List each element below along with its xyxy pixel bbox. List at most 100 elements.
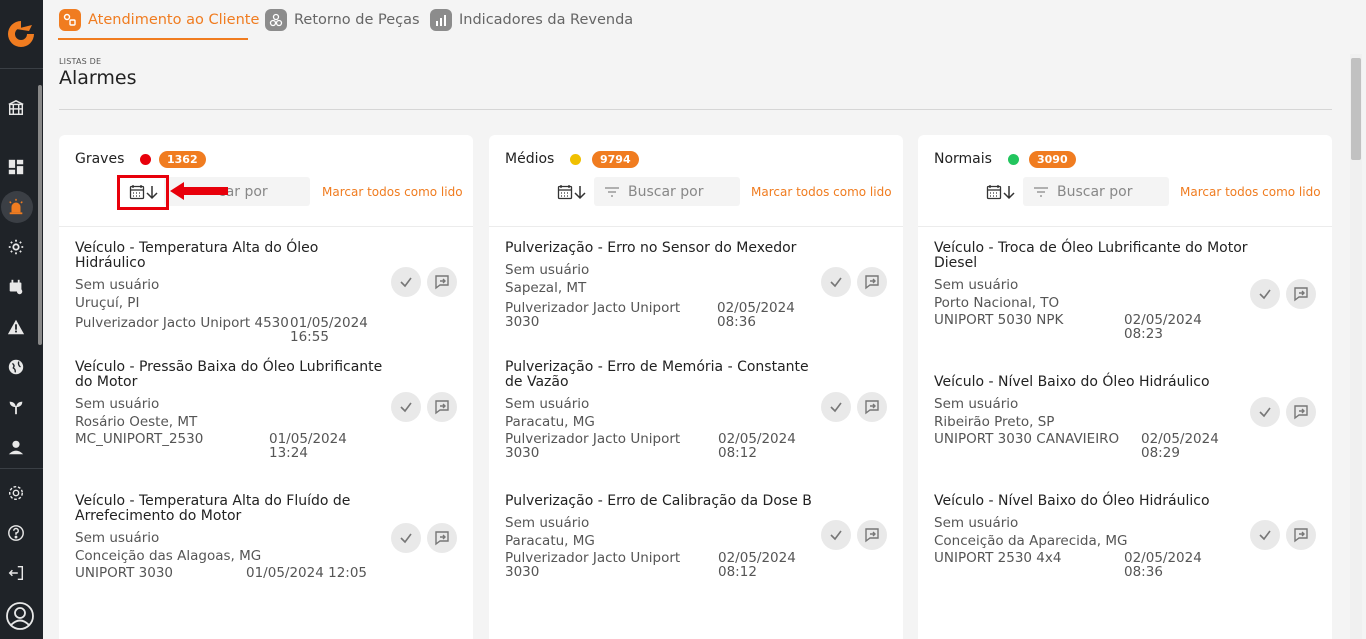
sort-by-date-button[interactable]: [557, 181, 587, 203]
alarm-datetime: 02/05/2024 08:29: [1141, 431, 1219, 461]
sidebar: [0, 0, 43, 639]
search-field[interactable]: [1023, 177, 1169, 206]
sidebar-scrollbar[interactable]: [38, 85, 42, 345]
mark-all-read-link[interactable]: Marcar todos como lido: [1180, 185, 1321, 199]
grain-elevator-icon[interactable]: [6, 98, 26, 118]
settings-icon[interactable]: [6, 483, 26, 503]
alarm-datetime: 02/05/2024 08:36: [717, 300, 795, 330]
globe-icon[interactable]: [6, 357, 26, 377]
main-content: LISTAS DE Alarmes Graves 1362 Marcar tod…: [43, 40, 1366, 639]
count-badge: 9794: [592, 151, 639, 168]
arrow-down-icon: [574, 186, 586, 200]
tab-retorno-de-pecas[interactable]: Retorno de Peças: [265, 8, 420, 32]
forward-alarm-button[interactable]: [427, 392, 457, 422]
alarm-title: Pulverização - Erro de Calibração da Dos…: [505, 493, 812, 509]
column-header: Normais 3090 Marcar todos como lido: [918, 135, 1332, 227]
mark-all-read-link[interactable]: Marcar todos como lido: [322, 185, 463, 199]
mark-read-button[interactable]: [1250, 279, 1280, 309]
warning-icon[interactable]: [6, 317, 26, 337]
forward-message-icon: [865, 528, 879, 543]
alarm-title: Veículo - Nível Baixo do Óleo Hidráulico: [934, 374, 1210, 390]
check-icon: [1259, 289, 1271, 300]
alarm-title: Veículo - Nível Baixo do Óleo Hidráulico: [934, 493, 1210, 509]
mark-all-read-link[interactable]: Marcar todos como lido: [751, 185, 892, 199]
alarm-title: Veículo - Temperatura Alta do Óleo Hidrá…: [75, 240, 319, 271]
brand-logo-icon[interactable]: [5, 18, 37, 50]
alarm-details: Pulverizador Jacto Uniport 3030 02/05/20…: [505, 551, 820, 579]
mark-read-button[interactable]: [821, 392, 851, 422]
arrow-down-icon: [1003, 186, 1015, 200]
location-user-icon[interactable]: [6, 437, 26, 457]
alarm-datetime: 02/05/2024 08:12: [718, 550, 796, 580]
alarm-title: Veículo - Pressão Baixa do Óleo Lubrific…: [75, 359, 383, 390]
alarm-details: UNIPORT 3030 01/05/2024 12:05: [75, 566, 390, 582]
scrollbar-thumb[interactable]: [1351, 58, 1361, 160]
highlight-box: [117, 175, 169, 210]
alarm-item[interactable]: Pulverização - Erro de Calibração da Dos…: [505, 494, 887, 579]
forward-alarm-button[interactable]: [1286, 279, 1316, 309]
plant-sprout-icon[interactable]: [6, 397, 26, 417]
forward-alarm-button[interactable]: [427, 267, 457, 297]
alarm-datetime: 01/05/2024 13:24: [269, 431, 347, 461]
alarm-item[interactable]: Veículo - Nível Baixo do Óleo Hidráulico…: [934, 494, 1316, 579]
mark-read-button[interactable]: [391, 267, 421, 297]
settings-gear-icon[interactable]: [6, 237, 26, 257]
search-input[interactable]: [1057, 183, 1167, 200]
alarm-actions: [391, 523, 457, 553]
alarm-actions: [821, 520, 887, 550]
sort-by-date-button[interactable]: [986, 181, 1016, 203]
alarm-actions: [1250, 520, 1316, 550]
forward-message-icon: [435, 531, 449, 546]
column-graves: Graves 1362 Marcar todos como lido Veícu…: [59, 135, 473, 639]
search-input[interactable]: [218, 183, 308, 200]
breadcrumb: LISTAS DE: [59, 57, 102, 66]
alarm-machine: Pulverizador Jacto Uniport 3030: [505, 431, 681, 461]
page-title: Alarmes: [59, 67, 137, 89]
alarm-item[interactable]: Pulverização - Erro no Sensor do Mexedor…: [505, 241, 887, 329]
alarm-item[interactable]: Veículo - Pressão Baixa do Óleo Lubrific…: [75, 360, 457, 460]
calendar-icon: [557, 185, 573, 200]
mark-read-button[interactable]: [391, 523, 421, 553]
alarm-siren-icon[interactable]: [6, 197, 26, 217]
column-title: Normais: [934, 151, 992, 167]
alarm-details: UNIPORT 2530 4x4 02/05/2024 08:36: [934, 551, 1249, 579]
forward-alarm-button[interactable]: [857, 392, 887, 422]
column-title: Graves: [75, 151, 125, 167]
user-avatar-icon[interactable]: [5, 601, 35, 631]
alarm-details: UNIPORT 3030 CANAVIEIRO 02/05/2024 08:29: [934, 432, 1249, 460]
search-field[interactable]: [594, 177, 740, 206]
mark-read-button[interactable]: [821, 267, 851, 297]
dashboard-icon[interactable]: [6, 157, 26, 177]
alarm-item[interactable]: Veículo - Temperatura Alta do Óleo Hidrá…: [75, 241, 457, 344]
tab-atendimento-ao-cliente[interactable]: Atendimento ao Cliente: [59, 8, 259, 32]
forward-message-icon: [435, 275, 449, 290]
mark-read-button[interactable]: [391, 392, 421, 422]
page-scrollbar[interactable]: [1350, 54, 1362, 639]
alarm-item[interactable]: Veículo - Troca de Óleo Lubrificante do …: [934, 241, 1316, 341]
forward-alarm-button[interactable]: [427, 523, 457, 553]
mark-read-button[interactable]: [1250, 397, 1280, 427]
alarm-actions: [391, 392, 457, 422]
column-title: Médios: [505, 151, 555, 167]
alarm-item[interactable]: Pulverização - Erro de Memória - Constan…: [505, 360, 887, 460]
help-icon[interactable]: [6, 523, 26, 543]
forward-alarm-button[interactable]: [1286, 520, 1316, 550]
alarm-machine: UNIPORT 3030 CANAVIEIRO: [934, 431, 1120, 447]
mark-read-button[interactable]: [821, 520, 851, 550]
calendar-icon: [986, 185, 1002, 200]
logout-icon[interactable]: [6, 563, 26, 583]
mark-read-button[interactable]: [1250, 520, 1280, 550]
check-icon: [830, 530, 842, 541]
forward-alarm-button[interactable]: [857, 520, 887, 550]
alarm-item[interactable]: Veículo - Temperatura Alta do Fluído de …: [75, 494, 457, 582]
alarm-machine: MC_UNIPORT_2530: [75, 431, 204, 447]
forward-alarm-button[interactable]: [857, 267, 887, 297]
forward-message-icon: [865, 275, 879, 290]
tab-label: Retorno de Peças: [294, 12, 420, 28]
tab-indicadores-da-revenda[interactable]: Indicadores da Revenda: [430, 8, 633, 32]
filter-icon: [605, 186, 619, 197]
calendar-machine-icon[interactable]: [6, 277, 26, 297]
alarm-item[interactable]: Veículo - Nível Baixo do Óleo Hidráulico…: [934, 375, 1316, 460]
forward-alarm-button[interactable]: [1286, 397, 1316, 427]
search-input[interactable]: [628, 183, 738, 200]
